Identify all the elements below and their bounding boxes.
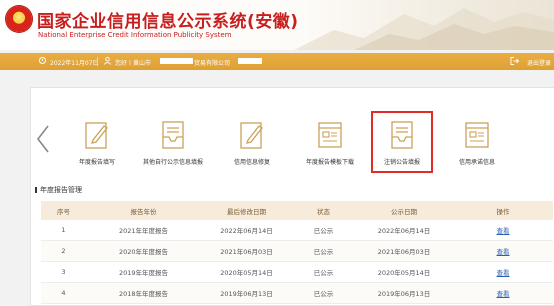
- func-other-self-disclosure[interactable]: 其他自行公示信息填报: [133, 120, 213, 166]
- table-row: 4 2018年年度报告 2019年06月13日 已公示 2019年06月13日 …: [41, 282, 553, 304]
- annual-report-table: 序号 报告年份 最后修改日期 状态 公示日期 操作 1 2021年年度报告 20…: [41, 201, 553, 304]
- cell-index: 1: [41, 220, 86, 241]
- cell-modified-date: 2022年06月14日: [201, 220, 292, 241]
- func-label: 信用承诺信息: [458, 159, 495, 166]
- mountain-banner-image: [294, 8, 554, 50]
- template-icon: [318, 122, 342, 148]
- inbox-icon: [162, 121, 184, 149]
- view-link[interactable]: 查看: [453, 261, 553, 283]
- cell-publish-date: 2022年06月14日: [355, 220, 453, 241]
- inbox-icon: [391, 121, 413, 149]
- func-deregistration-notice[interactable]: 注销公告填报: [362, 120, 442, 166]
- redacted-name: [160, 58, 193, 64]
- cell-index: 4: [41, 282, 86, 304]
- template-icon: [465, 122, 489, 148]
- table-row: 3 2019年年度报告 2020年05月14日 已公示 2020年05月14日 …: [41, 261, 553, 283]
- redacted-id: [238, 58, 262, 64]
- cell-modified-date: 2021年06月03日: [201, 240, 292, 262]
- table-row: 1 2021年年度报告 2022年06月14日 已公示 2022年06月14日 …: [41, 220, 553, 241]
- table-header-row: 序号 报告年份 最后修改日期 状态 公示日期 操作: [41, 201, 553, 220]
- cell-status: 已公示: [292, 220, 355, 241]
- cell-index: 3: [41, 261, 86, 283]
- cell-modified-date: 2020年05月14日: [201, 261, 292, 283]
- func-label: 其他自行公示信息填报: [142, 159, 203, 166]
- national-emblem-icon: ★: [6, 6, 32, 32]
- edit-doc-icon: [85, 122, 108, 149]
- table-row: 2 2020年年度报告 2021年06月03日 已公示 2021年06月03日 …: [41, 240, 553, 262]
- column-header: 最后修改日期: [201, 201, 292, 220]
- cell-status: 已公示: [292, 282, 355, 304]
- func-label: 年度报告模板下载: [305, 159, 354, 166]
- cell-publish-date: 2019年06月13日: [355, 282, 453, 304]
- info-bar: 2022年11月07日 您好丨黄山市 贸易有限公司 退出登录: [0, 53, 554, 70]
- func-label: 年度报告填写: [78, 159, 115, 166]
- section-title: 年度报告管理: [35, 185, 82, 195]
- column-header: 状态: [292, 201, 355, 220]
- logout-link[interactable]: 退出登录: [527, 58, 551, 67]
- func-label: 注销公告填报: [383, 159, 420, 166]
- view-link[interactable]: 查看: [453, 240, 553, 262]
- section-title-text: 年度报告管理: [40, 186, 82, 194]
- company-suffix: 贸易有限公司: [194, 60, 231, 67]
- cell-modified-date: 2019年06月13日: [201, 282, 292, 304]
- current-date: 2022年11月07日: [50, 60, 99, 67]
- func-credit-commitment[interactable]: 信用承诺信息: [437, 120, 517, 166]
- cell-report-year: 2018年年度报告: [86, 282, 201, 304]
- func-label: 信用信息修复: [233, 159, 270, 166]
- view-link[interactable]: 查看: [453, 282, 553, 304]
- cell-report-year: 2021年年度报告: [86, 220, 201, 241]
- divider: [97, 57, 98, 66]
- view-link[interactable]: 查看: [453, 220, 553, 241]
- user-icon: [104, 57, 111, 65]
- func-template-download[interactable]: 年度报告模板下载: [290, 120, 370, 166]
- column-header: 序号: [41, 201, 86, 220]
- greeting-text: 您好丨黄山市: [115, 60, 152, 67]
- column-header: 公示日期: [355, 201, 453, 220]
- site-header: ★ 国家企业信用信息公示系统(安徽) National Enterprise C…: [0, 0, 554, 50]
- cell-status: 已公示: [292, 240, 355, 262]
- site-subtitle: National Enterprise Credit Information P…: [38, 31, 232, 39]
- chevron-left-icon[interactable]: [34, 124, 54, 154]
- cell-report-year: 2020年年度报告: [86, 240, 201, 262]
- cell-index: 2: [41, 240, 86, 262]
- func-credit-repair[interactable]: 信用信息修复: [212, 120, 292, 166]
- cell-publish-date: 2021年06月03日: [355, 240, 453, 262]
- edit-doc-icon: [240, 122, 263, 149]
- cell-report-year: 2019年年度报告: [86, 261, 201, 283]
- clock-icon: [39, 57, 46, 64]
- site-title: 国家企业信用信息公示系统(安徽): [37, 12, 299, 32]
- column-header: 操作: [453, 201, 553, 220]
- column-header: 报告年份: [86, 201, 201, 220]
- cell-status: 已公示: [292, 261, 355, 283]
- func-annual-report-fill[interactable]: 年度报告填写: [57, 120, 137, 166]
- cell-publish-date: 2020年05月14日: [355, 261, 453, 283]
- logout-icon[interactable]: [510, 57, 519, 65]
- section-marker: [35, 187, 37, 193]
